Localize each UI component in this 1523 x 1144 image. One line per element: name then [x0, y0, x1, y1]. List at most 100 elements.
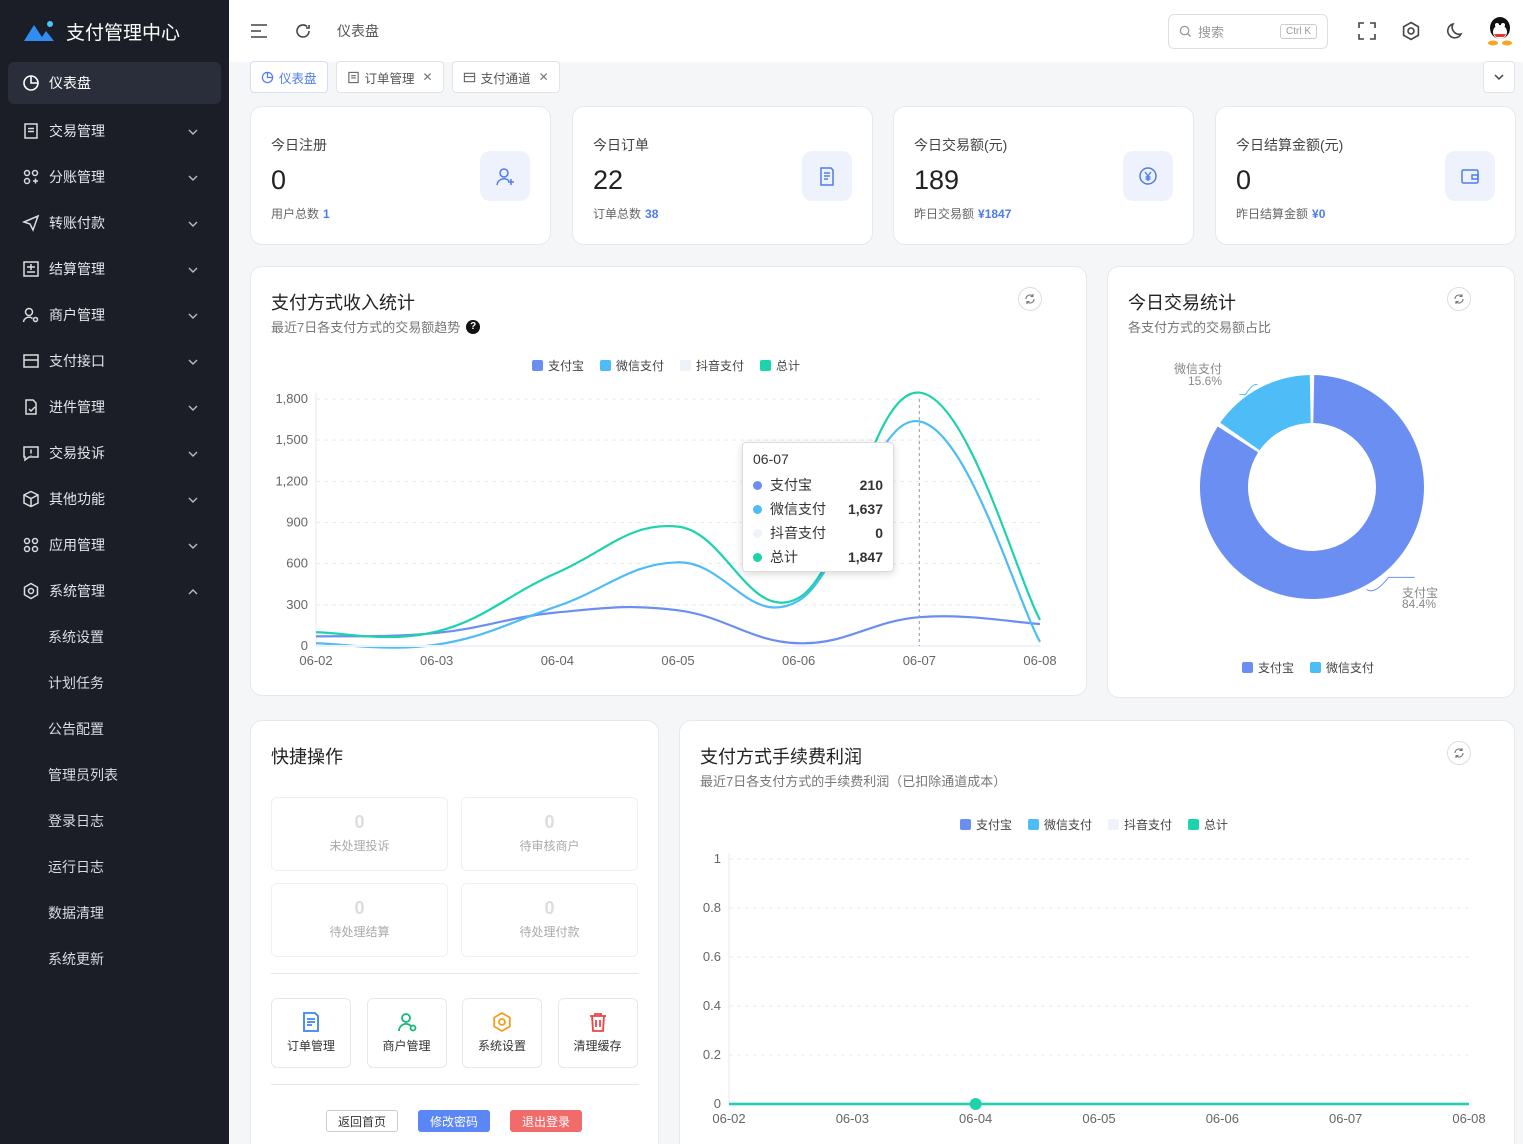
- sidebar-item-label: 交易管理: [49, 123, 105, 139]
- sidebar-menu: 仪表盘交易管理分账管理 转账付款结算管理商户管理支付接口进件管理交易投诉其他功能应…: [0, 62, 229, 982]
- sidebar-item-label: 结算管理: [49, 261, 105, 277]
- counter-tile[interactable]: 0 待处理结算: [271, 883, 448, 957]
- sidebar-subitem[interactable]: 系统设置: [8, 614, 221, 660]
- settle-icon: [22, 260, 40, 278]
- close-icon[interactable]: ✕: [423, 70, 433, 84]
- series-line[interactable]: [315, 605, 1041, 645]
- tooltip-series-name: 抖音支付: [770, 525, 826, 541]
- avatar[interactable]: [1486, 16, 1514, 46]
- dark-mode-icon[interactable]: [1445, 21, 1465, 41]
- counter-value: 0: [354, 898, 365, 918]
- tab-channels[interactable]: 支付通道 ✕: [451, 61, 560, 93]
- y-tick-label: 0: [714, 1096, 721, 1111]
- back-home-button[interactable]: 返回首页: [326, 1110, 398, 1132]
- sidebar-item-label: 进件管理: [49, 399, 105, 415]
- income-line-chart[interactable]: 0 300 600 900 1,200 1,500 1,800 06-02 06-03 06-04…: [251, 267, 1088, 697]
- divider: [271, 1084, 639, 1085]
- data-point[interactable]: [969, 1098, 982, 1110]
- stat-value: 22: [593, 165, 624, 195]
- app-logo[interactable]: 支付管理中心: [0, 0, 229, 62]
- stat-sub-value: 1: [323, 207, 330, 221]
- close-icon[interactable]: ✕: [539, 70, 549, 84]
- today-pie-chart[interactable]: 微信支付 15.6% 支付宝 84.4%: [1108, 267, 1516, 699]
- counter-tile[interactable]: 0 待处理付款: [461, 883, 638, 957]
- sidebar-item[interactable]: 支付接口: [8, 338, 221, 384]
- shortcut-button[interactable]: 商户管理: [366, 998, 447, 1068]
- breadcrumb: 仪表盘: [337, 23, 379, 39]
- sidebar-item[interactable]: 商户管理: [8, 292, 221, 338]
- x-tick-label: 06-07: [1329, 1111, 1362, 1126]
- tooltip-row: 总计 1,847: [753, 545, 883, 569]
- logout-button[interactable]: 退出登录: [510, 1110, 582, 1132]
- stat-card: 今日结算金额(元) 0 昨日结算金额 ¥0: [1215, 106, 1516, 245]
- stat-subtext: 订单总数 38: [593, 205, 658, 222]
- tab-label: 订单管理: [364, 71, 415, 86]
- sidebar-item[interactable]: 进件管理: [8, 384, 221, 430]
- sidebar-subitem[interactable]: 管理员列表: [8, 752, 221, 798]
- sidebar: 支付管理中心 仪表盘交易管理分账管理 转账付款结算管理商户管理支付接口进件管理交易…: [0, 0, 229, 1144]
- chevron-down-icon: [187, 263, 199, 275]
- sidebar-subitem[interactable]: 计划任务: [8, 660, 221, 706]
- settings-icon[interactable]: [1401, 21, 1421, 41]
- sidebar-item-label: 系统管理: [49, 583, 105, 599]
- x-tick-label: 06-04: [959, 1111, 992, 1126]
- sidebar-item[interactable]: 结算管理: [8, 246, 221, 292]
- search-box[interactable]: 搜索 Ctrl K: [1168, 14, 1328, 49]
- legend-item[interactable]: 微信支付: [1310, 659, 1374, 676]
- tooltip-marker: [753, 480, 762, 490]
- stat-title: 今日订单: [593, 137, 649, 153]
- sidebar-item[interactable]: 分账管理: [8, 154, 221, 200]
- sidebar-subitem[interactable]: 登录日志: [8, 798, 221, 844]
- legend-item[interactable]: 支付宝: [1242, 659, 1294, 676]
- counter-tile[interactable]: 0 未处理投诉: [271, 797, 448, 871]
- fee-line-chart[interactable]: 0 0.2 0.4 0.6 0.8 1 06-02 06-03 06-04 06-05 06-06 0…: [680, 721, 1516, 1144]
- fee-chart-card: 支付方式手续费利润 最近7日各支付方式的手续费利润（已扣除通道成本） 支付宝 微信…: [679, 720, 1515, 1144]
- shortcut-button[interactable]: 清理缓存: [557, 998, 638, 1068]
- counter-value: 0: [544, 812, 555, 832]
- tab-orders[interactable]: 订单管理 ✕: [335, 61, 444, 93]
- counter-label: 待处理付款: [519, 925, 580, 939]
- y-tick-label: 0.6: [703, 949, 721, 964]
- chart-tooltip: 06-07 支付宝 210 微信支付 1,637 抖音支付 0 总计 1,847: [742, 442, 894, 572]
- sidebar-item[interactable]: 其他功能: [8, 476, 221, 522]
- sidebar-item[interactable]: 系统管理: [8, 568, 221, 614]
- sidebar-item[interactable]: 仪表盘: [8, 62, 221, 104]
- dashboard-icon: [22, 74, 40, 92]
- order-icon: [300, 1011, 322, 1033]
- stat-sub-label: 订单总数: [593, 207, 642, 221]
- sidebar-item-label: 其他功能: [49, 491, 105, 507]
- sidebar-item-label: 支付接口: [49, 353, 105, 369]
- today-chart-card: 今日交易统计 各支付方式的交易额占比 微信支付 15.6% 支付宝 84.4% 支付宝…: [1107, 266, 1515, 698]
- counter-label: 未处理投诉: [329, 839, 390, 853]
- trash-icon: [587, 1011, 609, 1033]
- tooltip-row: 支付宝 210: [753, 473, 883, 497]
- shortcut-button[interactable]: 订单管理: [271, 998, 351, 1068]
- fullscreen-icon[interactable]: [1357, 21, 1377, 41]
- shortcut-label: 清理缓存: [573, 1039, 622, 1053]
- counter-tile[interactable]: 0 待审核商户: [461, 797, 638, 871]
- y-tick-label: 1,200: [275, 473, 308, 488]
- reload-icon[interactable]: [293, 21, 313, 41]
- sidebar-subitem[interactable]: 数据清理: [8, 890, 221, 936]
- menu-toggle-icon[interactable]: [249, 21, 269, 41]
- change-password-button[interactable]: 修改密码: [418, 1110, 490, 1132]
- sidebar-item[interactable]: 应用管理: [8, 522, 221, 568]
- sidebar-subitem[interactable]: 运行日志: [8, 844, 221, 890]
- stat-sub-value: ¥1847: [978, 207, 1012, 221]
- chevron-down-icon: [187, 171, 199, 183]
- sidebar-subitem[interactable]: 系统更新: [8, 936, 221, 982]
- box-icon: [22, 490, 40, 508]
- sidebar-item[interactable]: 交易管理: [8, 108, 221, 154]
- sidebar-item[interactable]: 交易投诉: [8, 430, 221, 476]
- shortcut-button[interactable]: 系统设置: [462, 998, 542, 1068]
- series-line[interactable]: [315, 420, 1041, 649]
- shortcut-label: 订单管理: [286, 1039, 335, 1053]
- tab-dashboard[interactable]: 仪表盘: [250, 61, 328, 93]
- series-line[interactable]: [315, 391, 1041, 639]
- x-tick-label: 06-03: [836, 1111, 869, 1126]
- tabs-dropdown-button[interactable]: [1483, 61, 1515, 93]
- sidebar-subitem[interactable]: 公告配置: [8, 706, 221, 752]
- sidebar-item[interactable]: 转账付款: [8, 200, 221, 246]
- x-tick-label: 06-06: [1206, 1111, 1239, 1126]
- x-tick-label: 06-05: [1082, 1111, 1115, 1126]
